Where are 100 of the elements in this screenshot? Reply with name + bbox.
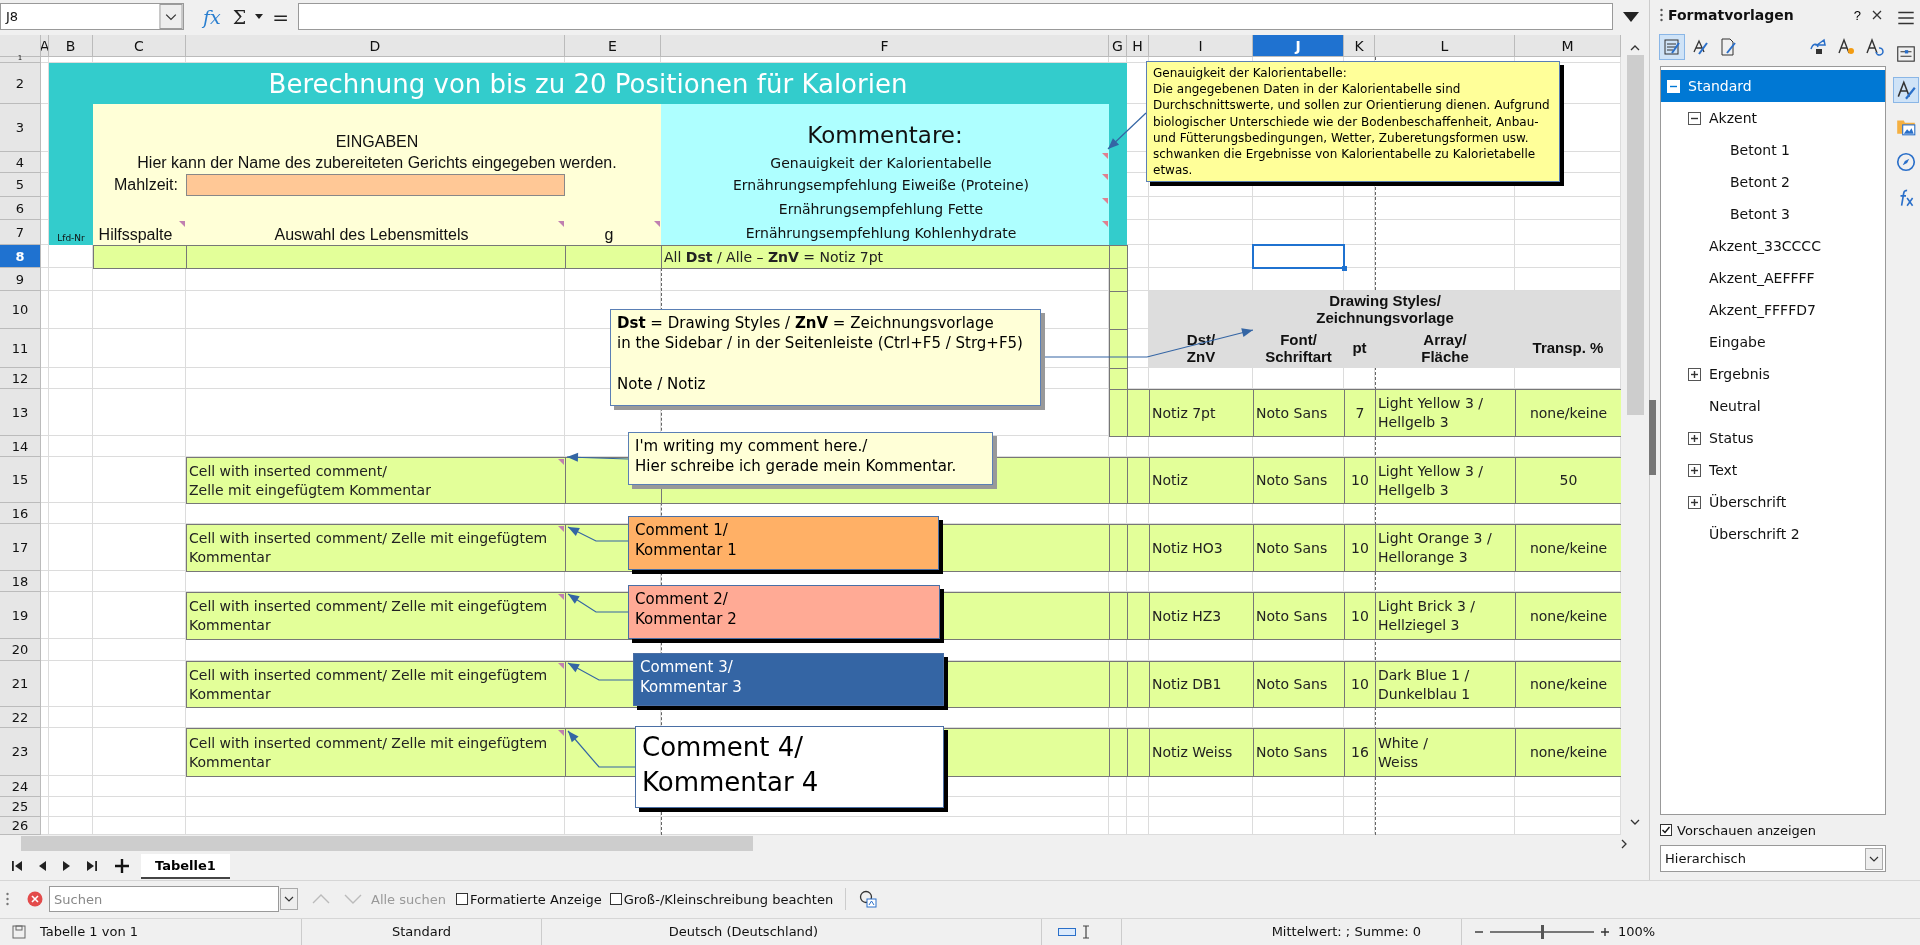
row-header[interactable]: 18 bbox=[0, 571, 41, 592]
row-header[interactable]: 23 bbox=[0, 728, 41, 776]
style-item[interactable]: Betont 2 bbox=[1661, 166, 1885, 198]
close-icon[interactable] bbox=[1872, 10, 1882, 20]
row-header[interactable]: 3 bbox=[0, 104, 41, 152]
row-header[interactable]: 2 bbox=[0, 63, 41, 104]
column-header[interactable]: J bbox=[1253, 35, 1344, 57]
comment-marker-icon[interactable] bbox=[558, 730, 564, 736]
row-header[interactable]: 26 bbox=[0, 817, 41, 835]
filter-dropdown[interactable]: Hierarchisch bbox=[1660, 845, 1886, 872]
checkbox[interactable] bbox=[455, 893, 468, 906]
column-header[interactable]: G bbox=[1109, 35, 1127, 57]
style-item[interactable]: Überschrift bbox=[1661, 486, 1885, 518]
scroll-down-icon[interactable] bbox=[1630, 819, 1640, 825]
expand-icon[interactable] bbox=[1688, 431, 1701, 445]
style-item[interactable]: Überschrift 2 bbox=[1661, 518, 1885, 550]
first-sheet-icon[interactable] bbox=[11, 860, 23, 872]
row-header[interactable]: 25 bbox=[0, 797, 41, 817]
language[interactable]: Deutsch (Deutschland) bbox=[542, 918, 1042, 945]
row-header[interactable]: 13 bbox=[0, 389, 41, 436]
row-header[interactable]: 22 bbox=[0, 707, 41, 728]
save-icon[interactable] bbox=[12, 924, 26, 939]
page-style[interactable]: Standard bbox=[302, 918, 542, 945]
expand-icon[interactable] bbox=[1688, 495, 1701, 509]
style-item[interactable]: Betont 1 bbox=[1661, 134, 1885, 166]
formula-input-field[interactable] bbox=[297, 3, 1613, 30]
row-header[interactable]: 5 bbox=[0, 173, 41, 197]
text-cursor-icon[interactable] bbox=[1082, 924, 1090, 939]
formula-button[interactable]: = bbox=[269, 4, 292, 29]
column-header[interactable]: C bbox=[93, 35, 186, 57]
column-header[interactable]: L bbox=[1375, 35, 1515, 57]
expand-icon[interactable] bbox=[1688, 367, 1701, 381]
navigator-icon[interactable] bbox=[1894, 150, 1918, 174]
styles-icon[interactable] bbox=[1894, 78, 1918, 102]
last-sheet-icon[interactable] bbox=[86, 860, 98, 872]
style-item[interactable]: Akzent_FFFFD7 bbox=[1661, 294, 1885, 326]
row-header[interactable]: 21 bbox=[0, 661, 41, 707]
function-wizard-button[interactable]: fx bbox=[200, 5, 224, 28]
paragraph-styles-icon[interactable] bbox=[1660, 35, 1684, 59]
dropdown-icon[interactable] bbox=[1865, 847, 1883, 870]
comment-marker-icon[interactable] bbox=[558, 459, 564, 465]
style-item[interactable]: Ergebnis bbox=[1661, 358, 1885, 390]
column-header[interactable]: E bbox=[565, 35, 661, 57]
selection-mode-icon[interactable] bbox=[1058, 926, 1076, 937]
row-header[interactable]: 19 bbox=[0, 592, 41, 639]
comment-marker-icon[interactable] bbox=[558, 594, 564, 600]
style-item[interactable]: Neutral bbox=[1661, 390, 1885, 422]
style-item[interactable]: Status bbox=[1661, 422, 1885, 454]
style-item[interactable]: Betont 3 bbox=[1661, 198, 1885, 230]
row-header[interactable]: 7 bbox=[0, 220, 41, 245]
meal-input-field[interactable] bbox=[186, 174, 565, 196]
slider-thumb[interactable] bbox=[1541, 924, 1544, 939]
row-header[interactable]: 12 bbox=[0, 368, 41, 389]
zoom-in-icon[interactable] bbox=[1600, 926, 1610, 937]
add-sheet-icon[interactable] bbox=[115, 859, 129, 873]
row-header[interactable]: 17 bbox=[0, 524, 41, 571]
zoom-value[interactable]: 100% bbox=[1618, 924, 1656, 940]
row-header[interactable]: 24 bbox=[0, 776, 41, 797]
style-item[interactable]: Text bbox=[1661, 454, 1885, 486]
find-replace-icon[interactable] bbox=[858, 889, 879, 910]
caret-icon[interactable] bbox=[255, 14, 264, 19]
style-item[interactable]: Akzent bbox=[1661, 102, 1885, 134]
column-header[interactable]: M bbox=[1515, 35, 1621, 57]
comment-marker-icon[interactable] bbox=[558, 526, 564, 532]
row-header[interactable]: 14 bbox=[0, 436, 41, 457]
sheet-tab[interactable]: Tabelle1 bbox=[141, 853, 230, 879]
grip-icon[interactable] bbox=[6, 892, 9, 907]
column-header[interactable]: D bbox=[186, 35, 565, 57]
cell-cursor[interactable] bbox=[1252, 244, 1345, 269]
column-header[interactable]: B bbox=[49, 35, 93, 57]
search-field[interactable]: Suchen bbox=[49, 886, 279, 913]
row-header[interactable]: 20 bbox=[0, 639, 41, 661]
comment-marker-icon[interactable] bbox=[558, 663, 564, 669]
row-header[interactable]: 4 bbox=[0, 152, 41, 173]
row-header[interactable]: 8 bbox=[0, 245, 41, 268]
style-item[interactable]: Eingabe bbox=[1661, 326, 1885, 358]
row-header[interactable]: 16 bbox=[0, 503, 41, 524]
row-header[interactable]: 6 bbox=[0, 197, 41, 220]
column-header[interactable]: K bbox=[1344, 35, 1375, 57]
style-item[interactable]: Standard bbox=[1661, 70, 1885, 102]
column-header[interactable]: I bbox=[1149, 35, 1253, 57]
sum-button[interactable]: Σ bbox=[229, 5, 250, 28]
expand-icon[interactable] bbox=[1688, 463, 1701, 477]
help-button[interactable]: ? bbox=[1847, 7, 1867, 23]
row-header[interactable]: 15 bbox=[0, 457, 41, 503]
row-header[interactable]: 9 bbox=[0, 268, 41, 291]
name-box[interactable]: J8 bbox=[0, 3, 184, 30]
row-header[interactable]: 11 bbox=[0, 329, 41, 368]
collapse-icon[interactable] bbox=[1688, 111, 1701, 125]
dropdown-icon[interactable] bbox=[159, 4, 183, 29]
grip-icon[interactable] bbox=[1660, 8, 1663, 22]
scroll-thumb[interactable] bbox=[1626, 55, 1644, 415]
checkbox[interactable] bbox=[1660, 824, 1672, 836]
column-header[interactable]: F bbox=[661, 35, 1109, 57]
checkbox[interactable] bbox=[609, 893, 622, 906]
expand-icon[interactable] bbox=[1623, 11, 1639, 22]
sidebar-collapse-handle[interactable] bbox=[1649, 400, 1656, 475]
scroll-right-icon[interactable] bbox=[1621, 838, 1627, 849]
style-item[interactable]: Akzent_AEFFFF bbox=[1661, 262, 1885, 294]
row-header[interactable]: 10 bbox=[0, 291, 41, 329]
